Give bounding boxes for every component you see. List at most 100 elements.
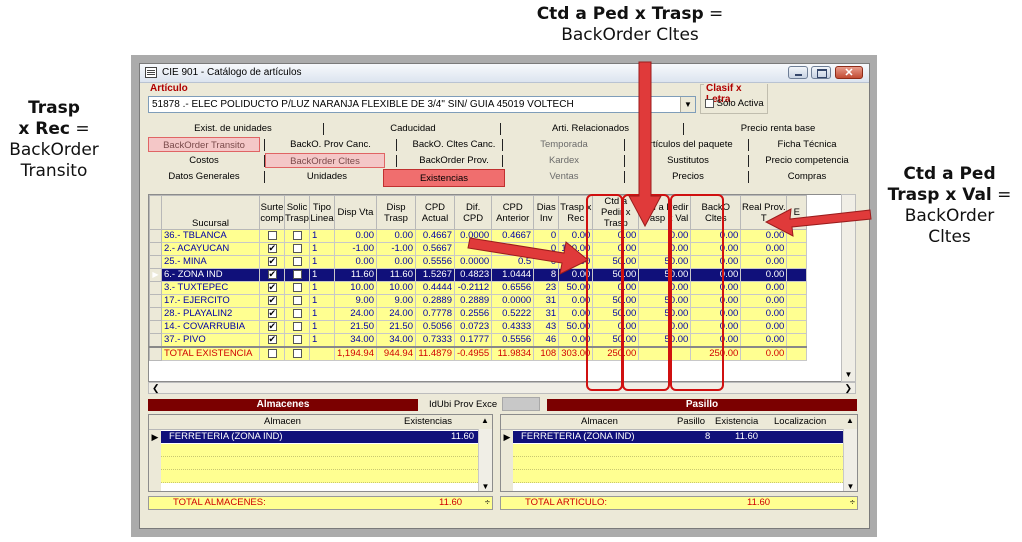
total-solic-checkbox[interactable] [292, 348, 302, 358]
surte-comp-checkbox[interactable] [267, 322, 277, 332]
header-tipo-linea[interactable]: Tipo Linea [309, 195, 335, 230]
surte-comp-checkbox[interactable] [267, 296, 277, 306]
list-item[interactable] [161, 470, 478, 483]
solic-trasp-checkbox[interactable] [292, 256, 302, 266]
surte-comp-checkbox[interactable] [267, 283, 277, 293]
surte-comp-checkbox[interactable] [267, 257, 277, 267]
cell-disp-trasp: 0.00 [375, 229, 416, 243]
almacenes-col-almacen: Almacen [264, 416, 301, 427]
surte-comp-checkbox[interactable] [267, 309, 277, 319]
maximize-button[interactable] [811, 66, 831, 79]
tab-arti-relacionados[interactable]: Arti. Relacionados [508, 121, 673, 136]
header-sucursal[interactable]: Sucursal [161, 195, 260, 230]
tab-backo-cltes-canc[interactable]: BackO. Cltes Canc. [400, 137, 508, 152]
tab-backorder-cltes[interactable]: BackOrder Cltes [265, 153, 385, 168]
tab-precio-renta-base[interactable]: Precio renta base [693, 121, 863, 136]
tab-costos[interactable]: Costos [148, 153, 260, 168]
header-disp-trasp[interactable]: Disp Trasp [375, 195, 416, 230]
surte-comp-checkbox[interactable] [267, 244, 277, 254]
grid-vertical-scrollbar[interactable]: ▼ [841, 194, 856, 382]
header-cpd-actual[interactable]: CPD Actual [414, 195, 455, 230]
tab-precios[interactable]: Precios [628, 169, 748, 184]
solic-trasp-checkbox[interactable] [292, 295, 302, 305]
list-item[interactable] [161, 457, 478, 470]
cell-e [786, 294, 808, 308]
tab-exist-unidades[interactable]: Exist. de unidades [158, 121, 308, 136]
grid-horizontal-scrollbar[interactable]: ❮ ❯ [148, 382, 856, 394]
cell-disp-trasp: 0.00 [375, 255, 416, 269]
pasillo-grid[interactable]: Almacen Pasillo Existencia Localizacion … [500, 414, 858, 492]
scroll-left-icon[interactable]: ❮ [152, 383, 160, 393]
solic-trasp-checkbox[interactable] [292, 269, 302, 279]
pasillo-scroll-up-icon[interactable]: ▲ [846, 416, 854, 425]
tab-unidades[interactable]: Unidades [268, 169, 386, 184]
tab-datos-generales[interactable]: Datos Generales [148, 169, 260, 184]
almacenes-total-spinner[interactable]: ÷ [485, 497, 490, 509]
scroll-down-icon[interactable]: ▼ [842, 369, 855, 381]
tab-backorder-prov[interactable]: BackOrder Prov. [400, 153, 508, 168]
tab-precio-competencia[interactable]: Precio competencia [752, 153, 862, 168]
header-dias-inv[interactable]: Dias Inv [533, 195, 560, 230]
header-cpd-anterior[interactable]: CPD Anterior [491, 195, 535, 230]
solic-trasp-checkbox[interactable] [292, 321, 302, 331]
header-surte-comp[interactable]: Surte comp [259, 195, 285, 230]
surte-comp-checkbox[interactable] [267, 334, 277, 345]
almacenes-grid[interactable]: Almacen Existencias ▲ FERRETERIA (ZONA I… [148, 414, 493, 492]
annotation-left-l2: x Rec [18, 119, 70, 139]
tab-row-3: Costos BackOrder Cltes BackOrder Prov. K… [148, 153, 863, 168]
solo-activa-checkbox[interactable] [705, 98, 714, 108]
almacenes-row[interactable]: FERRETERIA (ZONA IND) 11.60 [161, 431, 478, 443]
scroll-right-icon[interactable]: ❯ [844, 383, 852, 393]
list-item[interactable] [513, 457, 843, 470]
tab-temporada[interactable]: Temporada [505, 137, 623, 152]
chevron-down-icon[interactable]: ▼ [680, 97, 695, 112]
almacenes-scroll-up-icon[interactable]: ▲ [481, 416, 489, 425]
solic-trasp-checkbox[interactable] [292, 334, 302, 344]
tab-backorder-transito[interactable]: BackOrder Transito [148, 137, 260, 152]
tab-articulos-paquete[interactable]: Artículos del paquete [628, 137, 748, 152]
solic-trasp-checkbox[interactable] [292, 282, 302, 292]
title-bar[interactable]: CIE 901 - Catálogo de artículos ✕ [140, 64, 869, 83]
pasillo-total-spinner[interactable]: ÷ [850, 497, 855, 509]
cell-surte-comp [259, 281, 285, 295]
idubi-field[interactable] [502, 397, 540, 411]
header-solic-trasp[interactable]: Solic Trasp [284, 195, 310, 230]
almacenes-scroll-down-icon[interactable]: ▼ [479, 482, 492, 491]
cell-real-prov: 0.00 [740, 294, 788, 308]
surte-comp-checkbox[interactable] [267, 230, 277, 240]
list-item[interactable] [161, 444, 478, 457]
tab-sustitutos[interactable]: Sustitutos [628, 153, 748, 168]
header-disp-vta[interactable]: Disp Vta [334, 195, 377, 230]
articulo-combo[interactable]: 51878 .- ELEC POLIDUCTO P/LUZ NARANJA FL… [148, 96, 696, 113]
close-button[interactable]: ✕ [835, 66, 863, 79]
existencias-grid[interactable]: Sucursal Surte comp Solic Trasp Tipo Lin… [148, 194, 856, 382]
tab-kardex[interactable]: Kardex [505, 153, 623, 168]
cell-e [786, 307, 808, 321]
solic-trasp-checkbox[interactable] [292, 243, 302, 253]
cell-tipo-linea: 1 [309, 320, 335, 334]
tab-ficha-tecnica[interactable]: Ficha Técnica [752, 137, 862, 152]
solic-trasp-checkbox[interactable] [292, 308, 302, 318]
almacenes-scrollbar[interactable]: ▼ [478, 429, 492, 491]
pasillo-scrollbar[interactable]: ▼ [843, 429, 857, 491]
tab-caducidad[interactable]: Caducidad [328, 121, 498, 136]
minimize-button[interactable] [788, 66, 808, 79]
pasillo-scroll-down-icon[interactable]: ▼ [844, 482, 857, 491]
tab-backo-prov-canc[interactable]: BackO. Prov Canc. [268, 137, 393, 152]
tab-compras[interactable]: Compras [752, 169, 862, 184]
surte-comp-checkbox[interactable] [267, 270, 277, 280]
header-dif-cpd[interactable]: Dif. CPD [453, 195, 493, 230]
tab-ventas[interactable]: Ventas [505, 169, 623, 184]
list-item[interactable] [513, 444, 843, 457]
tab-existencias[interactable]: Existencias [383, 169, 505, 187]
list-item[interactable] [513, 470, 843, 483]
solic-trasp-checkbox[interactable] [292, 230, 302, 240]
cell-dias: 0 [533, 255, 560, 269]
total-surte-checkbox[interactable] [267, 348, 277, 358]
cell-sucursal: 25.- MINA [161, 255, 260, 269]
cell-dias: 31 [533, 294, 560, 308]
cell-cpd-actual: 0.7778 [414, 307, 455, 321]
header-e[interactable]: E [786, 195, 808, 230]
header-real-prov[interactable]: Real Prov. T [740, 195, 788, 230]
pasillo-row[interactable]: FERRETERIA (ZONA IND) 8 11.60 [513, 431, 843, 443]
